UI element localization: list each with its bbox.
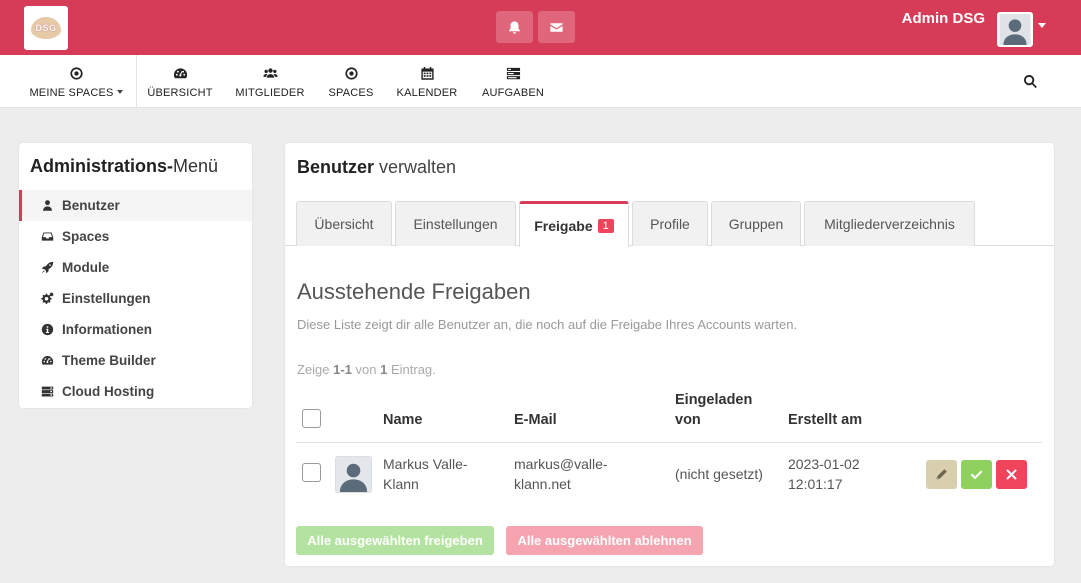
- info-icon: [41, 323, 53, 336]
- user-icon: [42, 200, 52, 211]
- row-select-checkbox[interactable]: [302, 463, 321, 482]
- check-icon: [970, 470, 983, 480]
- section-title: Ausstehende Freigaben: [297, 279, 531, 304]
- nav-label: MEINE SPACES: [29, 87, 114, 99]
- table-row-divider: [296, 442, 1042, 443]
- server-icon: [41, 386, 53, 397]
- tab-einstellungen[interactable]: Einstellungen: [395, 201, 516, 246]
- messages-button[interactable]: [538, 11, 575, 43]
- sidebar-title: Administrations-Menü: [30, 156, 219, 176]
- invited-by-cell: (nicht gesetzt): [675, 466, 763, 482]
- nav-label: SPACES: [328, 87, 374, 99]
- search-icon: [1024, 74, 1037, 89]
- tab-mitgliederverzeichnis[interactable]: Mitgliederverzeichnis: [804, 201, 975, 246]
- users-icon: [262, 67, 278, 78]
- page-title: Benutzer verwalten: [297, 157, 457, 177]
- sidebar-item-label: Spaces: [62, 229, 110, 244]
- target-icon: [69, 66, 83, 80]
- tab-freigabe[interactable]: Freigabe 1: [519, 201, 629, 247]
- tasks-icon: [506, 67, 520, 79]
- dashboard-icon: [41, 356, 53, 365]
- caret-down-icon: [116, 90, 123, 95]
- sidebar-item-spaces[interactable]: Spaces: [19, 221, 252, 252]
- column-header-name[interactable]: Name: [383, 410, 423, 430]
- nav-spaces[interactable]: SPACES: [325, 55, 377, 108]
- inbox-icon: [41, 232, 53, 241]
- nav-label: KALENDER: [396, 87, 458, 99]
- calendar-icon: [420, 66, 434, 80]
- nav-aufgaben[interactable]: AUFGABEN: [480, 55, 546, 108]
- sidebar-item-module[interactable]: Module: [19, 252, 252, 283]
- approve-button[interactable]: [961, 460, 992, 489]
- decline-button[interactable]: [996, 460, 1027, 489]
- user-menu-caret-icon[interactable]: [1038, 23, 1046, 28]
- pending-count-badge: 1: [597, 218, 614, 233]
- sidebar-item-label: Cloud Hosting: [62, 384, 155, 399]
- user-name-cell[interactable]: Markus Valle- Klann: [383, 454, 468, 494]
- user-name[interactable]: Admin DSG: [902, 10, 985, 27]
- decline-selected-button[interactable]: Alle ausgewählten ablehnen: [506, 526, 703, 555]
- close-icon: [1006, 469, 1017, 480]
- tab-gruppen[interactable]: Gruppen: [711, 201, 801, 246]
- target-icon: [344, 66, 358, 80]
- nav-mitglieder[interactable]: MITGLIEDER: [233, 55, 307, 108]
- sidebar-item-label: Einstellungen: [62, 291, 151, 306]
- top-header: DSG Admin DSG: [0, 0, 1081, 55]
- user-email-cell: markus@valle-klann.net: [514, 456, 608, 492]
- envelope-icon: [550, 22, 563, 32]
- search-button[interactable]: [1023, 74, 1038, 94]
- user-avatar: [335, 456, 372, 493]
- sidebar-item-label: Informationen: [62, 322, 152, 337]
- result-summary: Zeige 1-1 von 1 Eintrag.: [297, 362, 436, 377]
- sidebar-item-cloud-hosting[interactable]: Cloud Hosting: [19, 376, 252, 407]
- logo-text: DSG: [35, 23, 57, 33]
- select-all-checkbox[interactable]: [302, 409, 321, 428]
- sidebar-item-label: Benutzer: [62, 198, 120, 213]
- nav-meine-spaces[interactable]: MEINE SPACES: [28, 55, 124, 108]
- sidebar-item-informationen[interactable]: Informationen: [19, 314, 252, 345]
- sidebar-item-benutzer[interactable]: Benutzer: [19, 190, 252, 221]
- rocket-icon: [41, 261, 53, 274]
- created-at-cell: 2023-01-02 12:01:17: [788, 456, 860, 492]
- column-header-invited-by[interactable]: Eingeladen von: [675, 390, 752, 430]
- column-header-created[interactable]: Erstellt am: [788, 410, 862, 430]
- sidebar-item-einstellungen[interactable]: Einstellungen: [19, 283, 252, 314]
- user-avatar[interactable]: [997, 12, 1033, 47]
- dsg-logo[interactable]: DSG: [24, 6, 68, 50]
- nav-label: ÜBERSICHT: [147, 87, 213, 99]
- nav-label: AUFGABEN: [481, 87, 545, 99]
- user-management-panel: Benutzer verwalten Übersicht Einstellung…: [285, 143, 1054, 566]
- pencil-icon: [936, 469, 947, 480]
- edit-button[interactable]: [926, 460, 957, 489]
- notifications-button[interactable]: [496, 11, 533, 43]
- column-header-email[interactable]: E-Mail: [514, 410, 557, 430]
- nav-uebersicht[interactable]: ÜBERSICHT: [145, 55, 215, 108]
- sidebar-item-label: Theme Builder: [62, 353, 156, 368]
- main-nav: MEINE SPACES ÜBERSICHT MITGLIEDER SPACES…: [0, 55, 1081, 108]
- nav-kalender[interactable]: KALENDER: [395, 55, 459, 108]
- dashboard-icon: [173, 67, 187, 78]
- bell-icon: [509, 20, 520, 34]
- cogs-icon: [40, 292, 53, 304]
- approve-selected-button[interactable]: Alle ausgewählten freigeben: [296, 526, 494, 555]
- section-description: Diese Liste zeigt dir alle Benutzer an, …: [297, 317, 798, 332]
- sidebar-item-theme-builder[interactable]: Theme Builder: [19, 345, 252, 376]
- admin-sidebar: Administrations-Menü Benutzer Spaces Mod…: [19, 143, 252, 408]
- nav-label: MITGLIEDER: [235, 87, 305, 99]
- nav-divider: [136, 55, 137, 108]
- sidebar-item-label: Module: [62, 260, 110, 275]
- tab-uebersicht[interactable]: Übersicht: [296, 201, 392, 246]
- tab-profile[interactable]: Profile: [632, 201, 708, 246]
